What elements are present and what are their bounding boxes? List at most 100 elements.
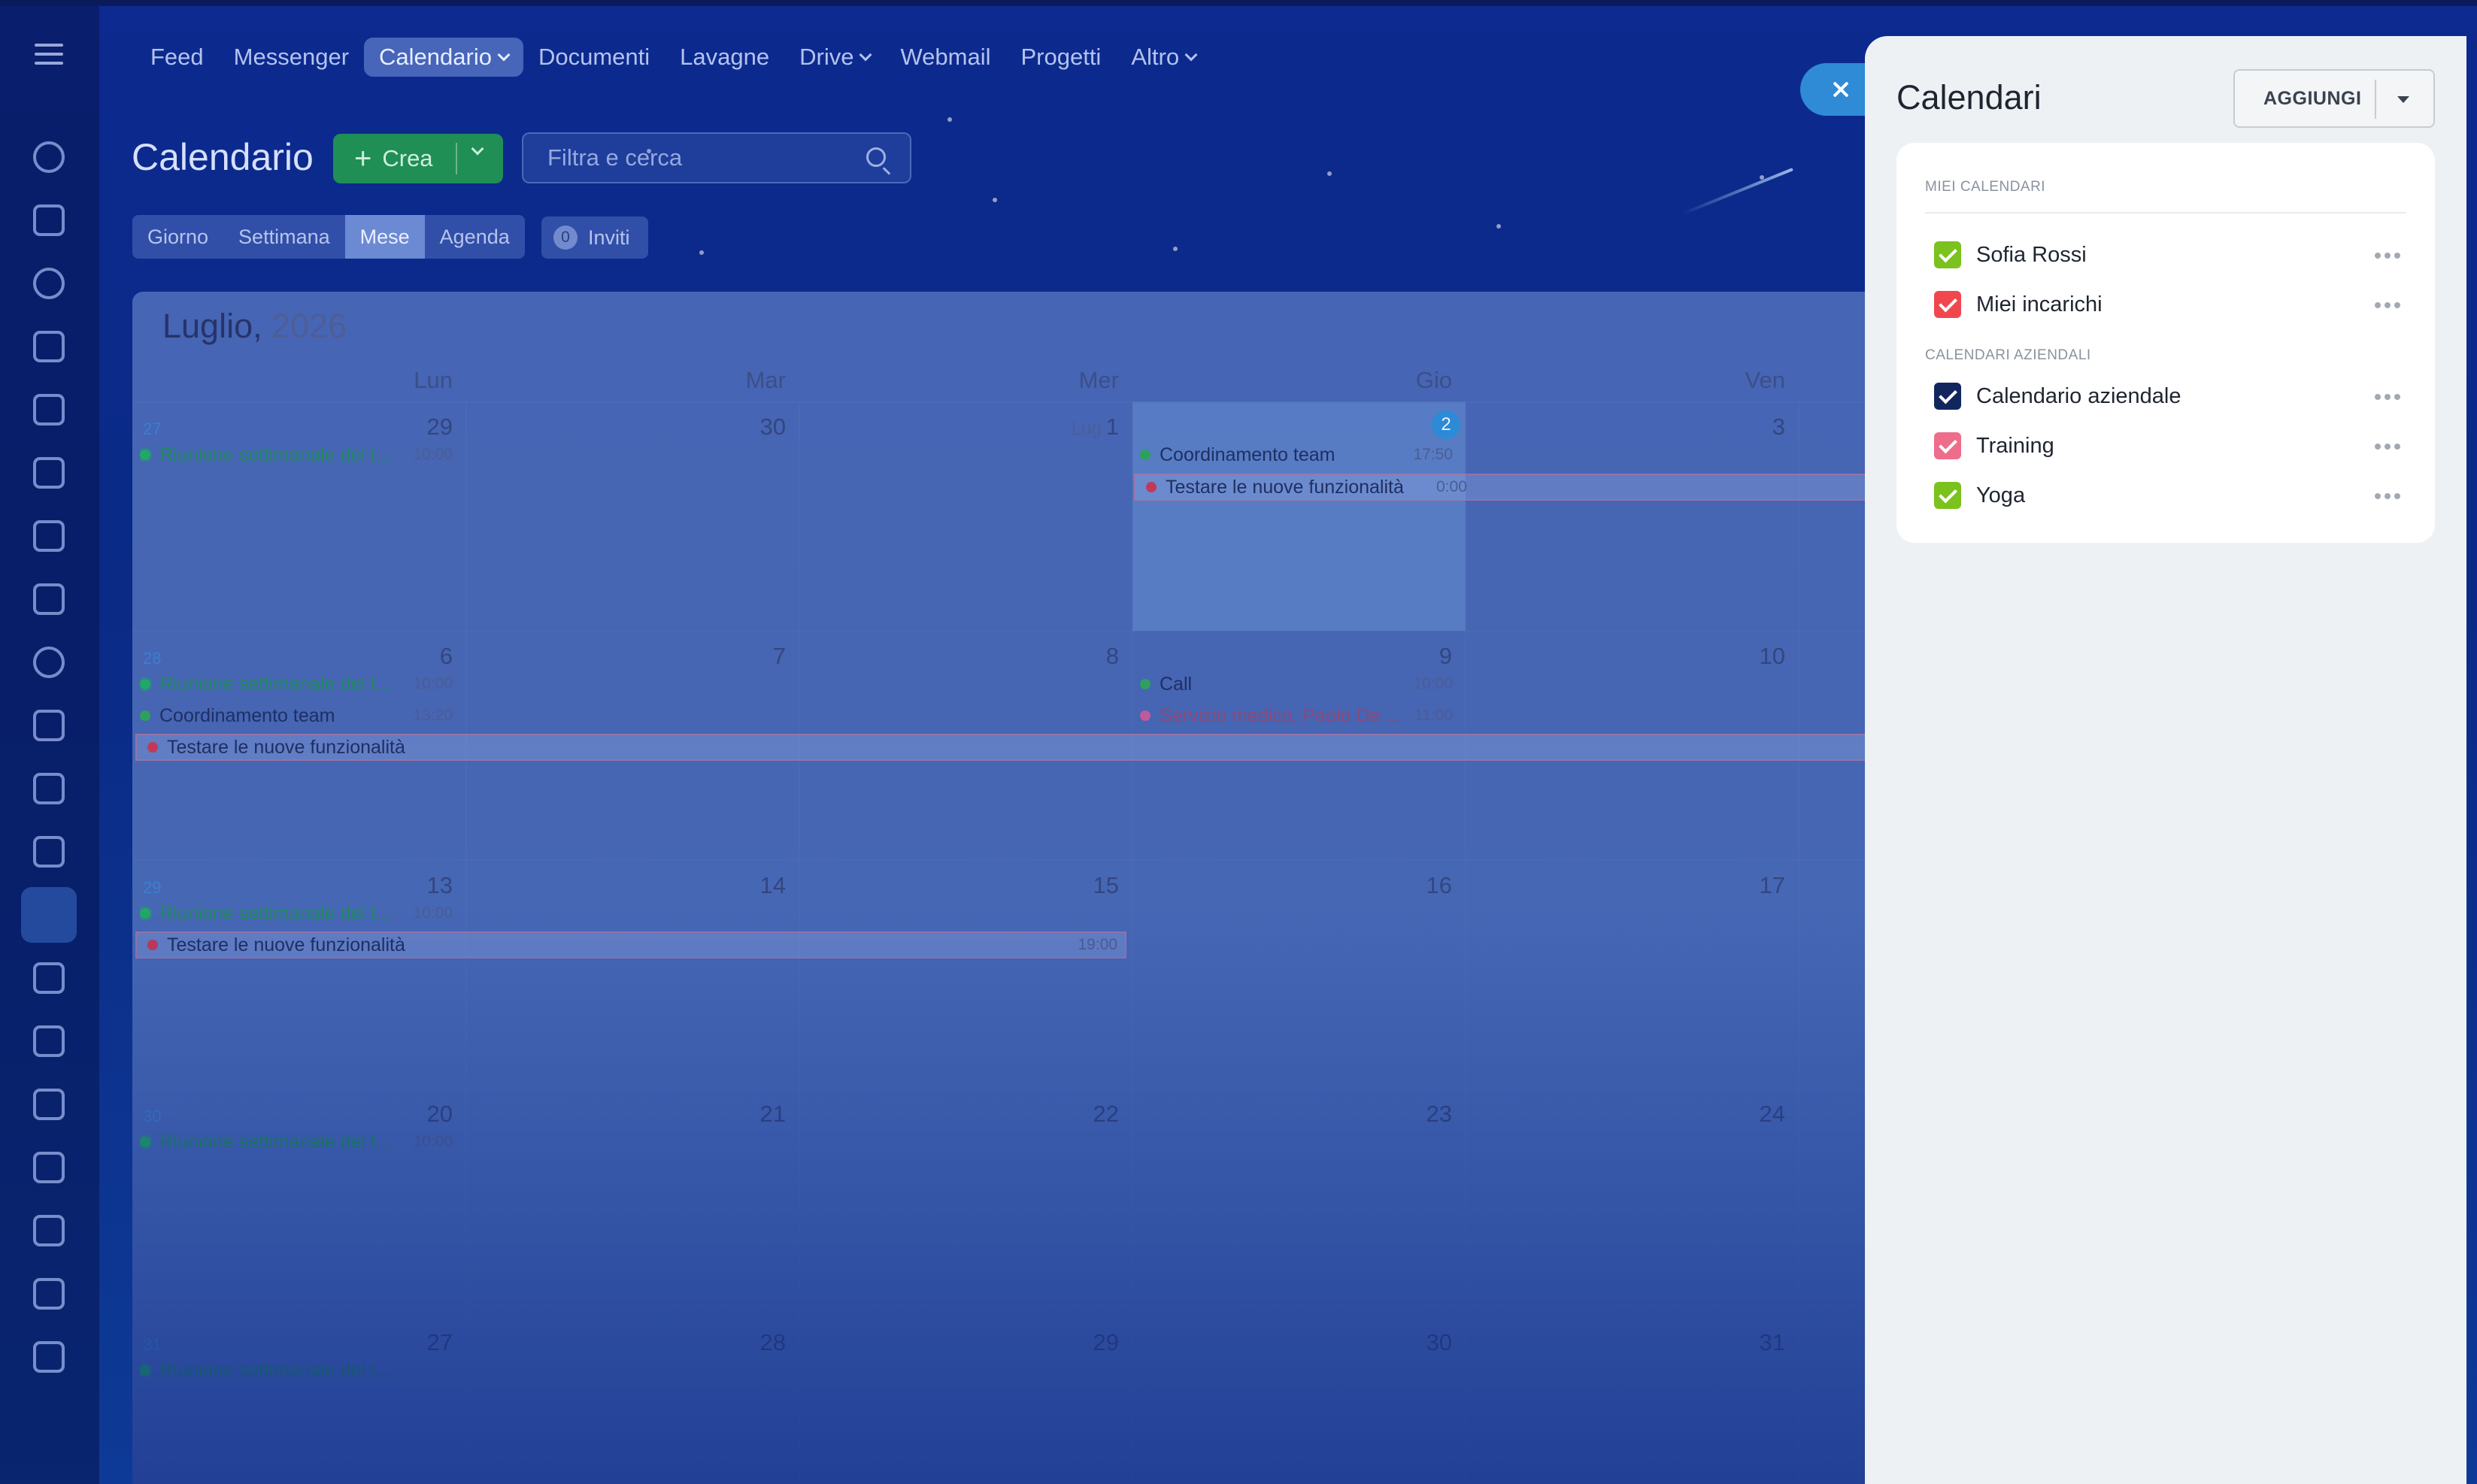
drive-icon[interactable] (33, 520, 65, 552)
inbox-icon[interactable] (33, 1152, 65, 1183)
calendar-event[interactable]: Riunione settimanale del t... 10:00 (140, 671, 463, 697)
view-mese[interactable]: Mese (344, 215, 425, 259)
more-icon[interactable] (2375, 444, 2400, 450)
nav-progetti[interactable]: Progetti (1005, 38, 1116, 77)
day-number[interactable]: 29 (362, 413, 453, 441)
more-icon[interactable] (2375, 493, 2400, 499)
day-number[interactable]: 30 (1362, 1329, 1452, 1356)
calendar-checkbox[interactable] (1934, 291, 1961, 318)
calendar-event[interactable]: Coordinamento team 17:50 (1140, 442, 1463, 468)
monitor-icon[interactable] (33, 1341, 65, 1373)
day-number[interactable]: 20 (362, 1101, 453, 1128)
menu-icon[interactable] (35, 44, 63, 65)
day-number[interactable]: 9 (1362, 643, 1452, 670)
plus-icon: + (354, 141, 372, 175)
create-button[interactable]: + Crea (333, 134, 503, 183)
day-number[interactable]: 31 (1695, 1329, 1785, 1356)
day-number[interactable]: 24 (1695, 1101, 1785, 1128)
day-number[interactable]: 27 (362, 1329, 453, 1356)
books-icon[interactable] (33, 1215, 65, 1246)
day-number[interactable]: 16 (1362, 872, 1452, 899)
day-number[interactable]: 14 (696, 872, 786, 899)
add-calendar-label: AGGIUNGI (2263, 87, 2362, 109)
calendar-event[interactable]: Riunione settimanale del t... 10:00 (140, 1129, 463, 1155)
nav-altro[interactable]: Altro (1116, 38, 1211, 77)
tasks-icon[interactable] (33, 773, 65, 804)
board-icon[interactable] (33, 457, 65, 489)
calendar-item[interactable]: Miei incarichi (1934, 286, 2400, 323)
view-agenda[interactable]: Agenda (425, 215, 525, 259)
day-number[interactable]: 13 (362, 872, 453, 899)
calendar-event[interactable]: Call 10:00 (1140, 671, 1463, 697)
calendar-checkbox[interactable] (1934, 241, 1961, 268)
document-icon[interactable] (33, 394, 65, 426)
sign-icon[interactable] (33, 1025, 65, 1057)
invites-button[interactable]: 0 Inviti (541, 217, 648, 259)
chart-icon[interactable] (33, 1278, 65, 1310)
calendar-event[interactable]: Coordinamento team 13:20 (140, 703, 463, 728)
invites-count-badge: 0 (553, 226, 578, 250)
day-number[interactable]: 17 (1695, 872, 1785, 899)
day-number[interactable]: 7 (696, 643, 786, 670)
calendar-item[interactable]: Training (1934, 427, 2400, 465)
view-settimana[interactable]: Settimana (223, 215, 345, 259)
calendar-event[interactable]: Riunione settimanale del t... 10:00 (140, 442, 463, 468)
day-number[interactable]: 8 (1029, 643, 1119, 670)
top-navigation: Feed Messenger Calendario Documenti Lava… (135, 35, 1211, 80)
day-number[interactable]: 6 (362, 643, 453, 670)
nav-lavagne[interactable]: Lavagne (665, 38, 784, 77)
planner-icon[interactable] (33, 836, 65, 868)
day-number[interactable]: 21 (696, 1101, 786, 1128)
news-icon[interactable] (33, 331, 65, 362)
search-input[interactable] (547, 144, 848, 171)
calendar-item[interactable]: Sofia Rossi (1934, 236, 2400, 274)
mail-icon[interactable] (33, 583, 65, 615)
funnel-icon[interactable] (33, 710, 65, 741)
calendar-event[interactable]: Servizio medico, Paolo De ... 11:00 (1140, 703, 1463, 728)
today-day-number[interactable]: 2 (1432, 410, 1460, 439)
nav-calendario[interactable]: Calendario (364, 38, 523, 77)
calendar-event[interactable]: Riunione settimanale del t... 10:00 (140, 901, 463, 926)
day-number[interactable]: Lug 1 (1029, 413, 1119, 441)
hexagon-icon[interactable] (33, 647, 65, 678)
calendar-event[interactable]: Riunione settimanale del t... (140, 1358, 463, 1383)
chat-icon[interactable] (33, 204, 65, 236)
caret-down-icon[interactable] (2397, 96, 2409, 103)
day-number[interactable]: 15 (1029, 872, 1119, 899)
more-icon[interactable] (2375, 253, 2400, 259)
search-icon[interactable] (866, 147, 886, 167)
day-number[interactable]: 29 (1029, 1329, 1119, 1356)
activity-icon[interactable] (33, 141, 65, 173)
calendar-item[interactable]: Calendario aziendale (1934, 377, 2400, 415)
multi-day-event[interactable]: Testare le nuove funzionalità 19:00 (135, 931, 1126, 959)
pen-icon[interactable] (33, 1089, 65, 1120)
grid-line (132, 1317, 2057, 1319)
nav-documenti[interactable]: Documenti (523, 38, 665, 77)
grid-line (132, 1089, 2057, 1090)
cart-icon[interactable] (33, 962, 65, 994)
view-giorno[interactable]: Giorno (132, 215, 223, 259)
day-number[interactable]: 10 (1695, 643, 1785, 670)
create-dropdown-icon[interactable] (471, 142, 484, 156)
calendar-item[interactable]: Yoga (1934, 477, 2400, 514)
more-icon[interactable] (2375, 394, 2400, 400)
rocket-icon[interactable] (33, 268, 65, 299)
calendar-icon[interactable] (21, 887, 77, 943)
add-calendar-button[interactable]: AGGIUNGI (2233, 69, 2435, 128)
search-box[interactable] (522, 132, 911, 183)
day-number[interactable]: 3 (1695, 413, 1785, 441)
day-number[interactable]: 22 (1029, 1101, 1119, 1128)
nav-webmail[interactable]: Webmail (885, 38, 1005, 77)
day-number[interactable]: 28 (696, 1329, 786, 1356)
calendar-checkbox[interactable] (1934, 383, 1961, 410)
nav-drive[interactable]: Drive (784, 38, 885, 77)
close-panel-button[interactable] (1800, 63, 1875, 116)
day-number[interactable]: 23 (1362, 1101, 1452, 1128)
more-icon[interactable] (2375, 302, 2400, 308)
day-number[interactable]: 30 (696, 413, 786, 441)
nav-feed[interactable]: Feed (135, 38, 219, 77)
multi-day-event[interactable]: Testare le nuove funzionalità (135, 734, 2057, 761)
calendar-checkbox[interactable] (1934, 482, 1961, 509)
calendar-checkbox[interactable] (1934, 432, 1961, 459)
nav-messenger[interactable]: Messenger (219, 38, 364, 77)
